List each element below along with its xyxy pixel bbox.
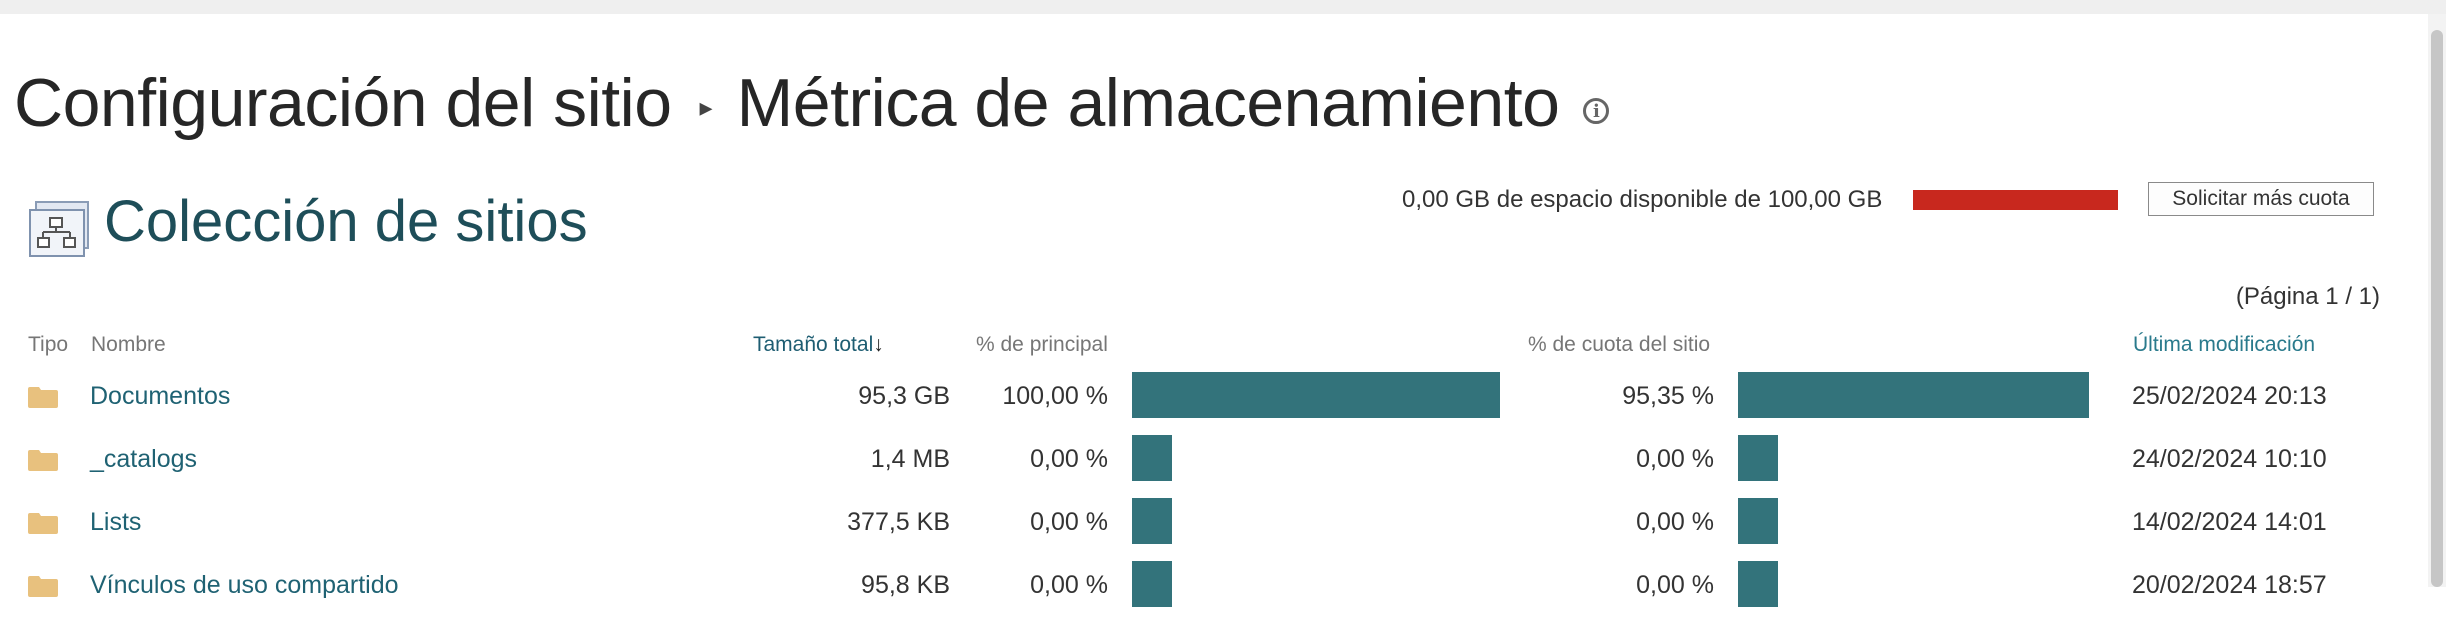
folder-icon bbox=[28, 387, 58, 408]
breadcrumb: Configuración del sitio ▸ Métrica de alm… bbox=[14, 58, 1610, 148]
row-quota-percent: 0,00 % bbox=[1636, 508, 1714, 536]
parent-percent-bar bbox=[1132, 498, 1172, 544]
parent-percent-bar bbox=[1132, 435, 1172, 481]
row-name-link[interactable]: Lists bbox=[90, 508, 141, 537]
sort-arrow-icon: ↓ bbox=[873, 333, 884, 356]
header-name[interactable]: Nombre bbox=[91, 333, 166, 357]
header-last-modified[interactable]: Última modificación bbox=[2133, 333, 2315, 357]
table-row: Documentos 95,3 GB 100,00 % 95,35 % 25/02/20… bbox=[0, 368, 2420, 430]
breadcrumb-separator-icon: ▸ bbox=[699, 91, 713, 122]
row-quota-percent: 95,35 % bbox=[1622, 382, 1714, 410]
header-type: Tipo bbox=[28, 333, 69, 356]
row-name-link[interactable]: Documentos bbox=[90, 382, 230, 411]
row-parent-percent: 0,00 % bbox=[1030, 571, 1108, 599]
top-strip bbox=[0, 0, 2446, 14]
row-parent-percent: 0,00 % bbox=[1030, 508, 1108, 536]
pager: (Página 1 / 1) bbox=[2235, 283, 2380, 310]
row-size: 377,5 KB bbox=[847, 508, 950, 536]
row-quota-percent: 0,00 % bbox=[1636, 445, 1714, 473]
row-last-modified: 24/02/2024 10:10 bbox=[2132, 445, 2327, 473]
quota-text: 0,00 GB de espacio disponible de 100,00 … bbox=[1402, 186, 1883, 213]
header-parent-percent[interactable]: % de principal bbox=[976, 333, 1108, 357]
row-size: 95,3 GB bbox=[858, 382, 950, 410]
quota-percent-bar bbox=[1738, 372, 2090, 418]
request-quota-button[interactable]: Solicitar más cuota bbox=[2148, 182, 2374, 216]
quota-percent-bar bbox=[1738, 561, 1778, 607]
site-collection-icon bbox=[29, 201, 89, 257]
row-name-link[interactable]: Vínculos de uso compartido bbox=[90, 571, 399, 600]
folder-icon bbox=[28, 576, 58, 597]
parent-percent-bar bbox=[1132, 561, 1172, 607]
table-row: Lists 377,5 KB 0,00 % 0,00 % 14/02/2024 14:0… bbox=[0, 494, 2420, 556]
header-total-size-label: Tamaño total bbox=[753, 333, 874, 356]
row-quota-percent: 0,00 % bbox=[1636, 571, 1714, 599]
row-name-link[interactable]: _catalogs bbox=[90, 445, 197, 474]
row-last-modified: 14/02/2024 14:01 bbox=[2132, 508, 2327, 536]
quota-bar bbox=[1913, 190, 2118, 210]
table-row: _catalogs 1,4 MB 0,00 % 0,00 % 24/02/2024 10… bbox=[0, 431, 2420, 493]
row-last-modified: 25/02/2024 20:13 bbox=[2132, 382, 2327, 410]
row-parent-percent: 0,00 % bbox=[1030, 445, 1108, 473]
page-title: Métrica de almacenamiento bbox=[736, 65, 1560, 141]
table-row: Vínculos de uso compartido 95,8 KB 0,00 % 0… bbox=[0, 557, 2420, 619]
breadcrumb-parent-link[interactable]: Configuración del sitio bbox=[14, 64, 672, 142]
header-quota-percent[interactable]: % de cuota del sitio bbox=[1528, 333, 1710, 357]
row-size: 95,8 KB bbox=[861, 571, 950, 599]
row-parent-percent: 100,00 % bbox=[1002, 382, 1108, 410]
row-last-modified: 20/02/2024 18:57 bbox=[2132, 571, 2327, 599]
quota-percent-bar bbox=[1738, 435, 1778, 481]
scrollbar-thumb[interactable] bbox=[2431, 30, 2443, 587]
folder-icon bbox=[28, 513, 58, 534]
quota-percent-bar bbox=[1738, 498, 1778, 544]
folder-icon bbox=[28, 450, 58, 471]
info-icon[interactable]: i bbox=[1583, 98, 1610, 124]
quota-bar-fill bbox=[1913, 190, 2118, 210]
section-title: Colección de sitios bbox=[104, 189, 588, 254]
header-total-size[interactable]: Tamaño total↓ bbox=[753, 333, 884, 357]
parent-percent-bar bbox=[1132, 372, 1500, 418]
row-size: 1,4 MB bbox=[870, 445, 950, 473]
